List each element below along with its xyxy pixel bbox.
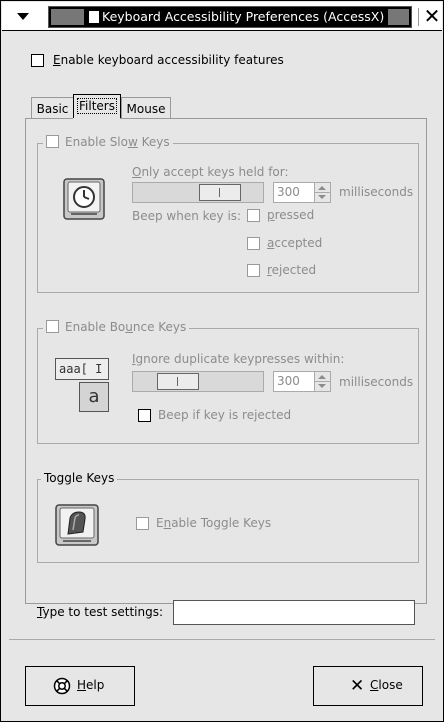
tab-mouse[interactable]: Mouse <box>121 97 171 120</box>
help-button[interactable]: Help <box>25 666 135 706</box>
slow-keys-unit: milliseconds <box>339 185 414 199</box>
bounce-keys-ignore-label: Ignore duplicate keypresses within: <box>132 352 345 366</box>
tab-filters[interactable]: Filters <box>73 94 121 120</box>
enable-bounce-keys-label[interactable]: Enable Bounce Keys <box>65 320 186 334</box>
spin-down-icon[interactable] <box>318 384 326 388</box>
enable-accessibility-checkbox[interactable] <box>31 54 44 67</box>
spin-up-icon[interactable] <box>318 375 326 379</box>
beep-rejected-label[interactable]: rejected <box>267 263 316 277</box>
slow-keys-delay-slider[interactable] <box>132 182 264 203</box>
beep-if-rejected-label[interactable]: Beep if key is rejected <box>158 408 291 422</box>
enable-accessibility-label[interactable]: Enable keyboard accessibility features <box>53 53 284 67</box>
bounce-keys-delay-spinner[interactable]: 300 <box>273 371 331 392</box>
help-button-label: Help <box>77 678 105 692</box>
slow-keys-delay-spinner[interactable]: 300 <box>273 182 331 203</box>
close-window-button[interactable]: ✕ <box>422 5 442 27</box>
enable-toggle-keys-checkbox[interactable] <box>136 517 149 530</box>
close-x-icon: ✕ <box>350 676 365 696</box>
tab-basic[interactable]: Basic <box>31 97 74 120</box>
slider-handle[interactable] <box>199 184 241 201</box>
beep-pressed-label[interactable]: pressed <box>267 208 314 222</box>
beep-rejected-checkbox[interactable] <box>247 264 260 277</box>
enable-slow-keys-checkbox[interactable] <box>46 135 59 148</box>
enable-slow-keys-label[interactable]: Enable Slow Keys <box>65 135 170 149</box>
close-button-label: Close <box>370 678 403 692</box>
close-icon: ✕ <box>423 4 441 28</box>
beep-when-label: Beep when key is: <box>132 209 242 223</box>
slow-keys-held-label: Only accept keys held for: <box>132 165 289 179</box>
test-settings-input[interactable] <box>173 600 415 625</box>
bounce-keys-icon: aaa[ I a <box>55 358 109 414</box>
slow-keys-header: Enable Slow Keys <box>43 135 173 149</box>
enable-bounce-keys-checkbox[interactable] <box>46 320 59 333</box>
bounce-keys-delay-slider[interactable] <box>132 371 264 392</box>
bounce-keys-unit: milliseconds <box>339 375 414 389</box>
beep-accepted-label[interactable]: accepted <box>267 236 322 250</box>
slow-keys-icon <box>63 178 105 220</box>
slider-handle[interactable] <box>157 373 199 390</box>
window-title: Keyboard Accessibility Preferences (Acce… <box>102 9 385 24</box>
accessx-window: Keyboard Accessibility Preferences (Acce… <box>0 0 444 722</box>
window-menu-icon <box>17 13 29 20</box>
test-settings-label: Type to test settings: <box>37 605 164 619</box>
document-icon <box>88 10 100 24</box>
beep-accepted-checkbox[interactable] <box>247 237 260 250</box>
beep-if-rejected-checkbox[interactable] <box>138 409 151 422</box>
close-button[interactable]: ✕ Close <box>313 666 423 706</box>
spin-down-icon[interactable] <box>318 195 326 199</box>
help-icon <box>53 677 71 695</box>
spin-up-icon[interactable] <box>318 186 326 190</box>
enable-toggle-keys-label[interactable]: Enable Toggle Keys <box>156 516 271 530</box>
toggle-keys-header: Toggle Keys <box>41 471 118 485</box>
beep-pressed-checkbox[interactable] <box>247 209 260 222</box>
toggle-keys-icon <box>55 504 99 546</box>
window-menu-button[interactable] <box>8 6 44 26</box>
title-bar[interactable]: Keyboard Accessibility Preferences (Acce… <box>2 2 442 31</box>
bounce-keys-header: Enable Bounce Keys <box>43 320 190 334</box>
